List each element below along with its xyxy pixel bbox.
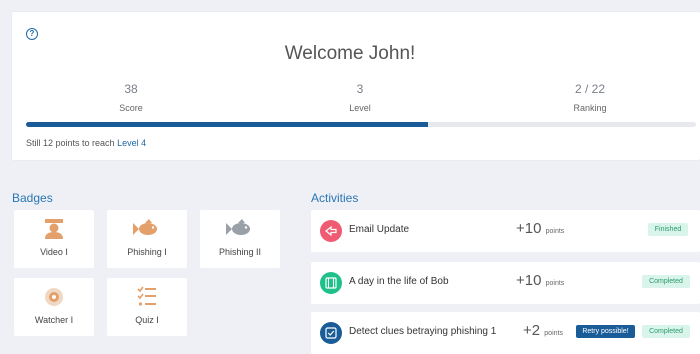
activity-name: A day in the life of Bob	[349, 276, 449, 287]
stat-ranking-value: 2 / 22	[574, 82, 606, 96]
retry-button[interactable]: Retry possible!	[576, 325, 635, 338]
welcome-title: Welcome John!	[284, 43, 416, 64]
level-progress-bar	[26, 122, 696, 127]
activity-points-unit: points	[544, 330, 563, 337]
status-badge: Completed	[642, 275, 690, 288]
checkbox-icon	[320, 322, 342, 344]
badge-label: Video I	[40, 247, 68, 257]
badge-label: Watcher I	[34, 315, 74, 325]
stat-level: 3 Level	[290, 82, 430, 113]
activity-points-unit: points	[545, 228, 565, 235]
activity-points-value: +10	[516, 220, 542, 237]
badges-title: Badges	[12, 191, 53, 205]
badge-quiz-1[interactable]: Quiz I	[107, 278, 187, 336]
activity-points: +10 points	[516, 220, 564, 237]
stat-ranking: 2 / 22 Ranking	[520, 82, 660, 113]
activity-name: Email Update	[349, 224, 410, 235]
activities-title: Activities	[311, 191, 359, 205]
stat-score-label: Score	[119, 103, 143, 113]
activity-points-value: +10	[516, 272, 542, 289]
badge-label: Phishing I	[127, 247, 167, 257]
activity-row[interactable]: Detect clues betraying phishing 1 +2 poi…	[311, 312, 700, 354]
stat-level-label: Level	[349, 103, 371, 113]
activity-points-value: +2	[523, 322, 541, 339]
level-hint-text: Still 12 points to reach	[26, 138, 118, 148]
stat-score-value: 38	[124, 82, 138, 96]
activity-row[interactable]: Email Update +10 points Finished	[311, 210, 700, 252]
activity-row[interactable]: A day in the life of Bob +10 points Comp…	[311, 262, 700, 304]
level-progress-fill	[26, 122, 428, 127]
stat-level-value: 3	[356, 82, 364, 96]
activity-points: +2 points	[523, 322, 563, 339]
welcome-card: ? Welcome John! 38 Score 3 Level 2 / 22 …	[12, 12, 700, 160]
badge-label: Phishing II	[218, 247, 262, 257]
badge-watcher-1[interactable]: Watcher I	[14, 278, 94, 336]
fish-icon	[107, 218, 187, 238]
status-badge: Finished	[648, 223, 688, 236]
share-icon	[320, 220, 342, 242]
graduate-icon	[14, 218, 94, 239]
eye-icon	[14, 286, 94, 306]
fish-gray-icon	[200, 218, 280, 238]
activity-points-unit: points	[545, 280, 565, 287]
badge-label: Quiz I	[135, 315, 159, 325]
stat-score: 38 Score	[61, 82, 201, 113]
checklist-icon	[107, 286, 187, 306]
next-level-link[interactable]: Level 4	[117, 138, 146, 148]
activity-name: Detect clues betraying phishing 1	[349, 326, 497, 337]
stat-ranking-label: Ranking	[573, 103, 607, 113]
level-hint: Still 12 points to reach Level 4	[26, 138, 146, 148]
film-icon	[320, 272, 342, 294]
badge-phishing-1[interactable]: Phishing I	[107, 210, 187, 268]
badge-video-1[interactable]: Video I	[14, 210, 94, 268]
status-badge: Completed	[642, 325, 690, 338]
activity-points: +10 points	[516, 272, 564, 289]
help-icon[interactable]: ?	[26, 28, 38, 40]
badge-phishing-2[interactable]: Phishing II	[200, 210, 280, 268]
